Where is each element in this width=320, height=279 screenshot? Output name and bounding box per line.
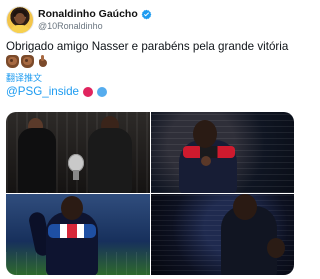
blue-circle-icon — [97, 86, 107, 97]
psg-scarf-closeup-photo[interactable] — [151, 112, 294, 193]
trophy-stand — [73, 170, 79, 180]
hand-graphic — [201, 156, 211, 166]
red-circle-icon — [83, 86, 93, 97]
clapping-hands-icon — [21, 55, 34, 68]
avatar-shirt — [10, 25, 30, 33]
tweet-header: Ronaldinho Gaúcho @10Ronaldinho — [6, 6, 294, 36]
author-name-line: Ronaldinho Gaúcho — [38, 8, 152, 20]
verified-badge-icon — [141, 9, 152, 20]
author-handle[interactable]: @10Ronaldinho — [38, 21, 103, 31]
scarf-graphic — [48, 224, 96, 238]
avatar[interactable] — [6, 6, 34, 34]
tweet-text: Obrigado amigo Nasser e parabéns pela gr… — [6, 40, 289, 53]
pointing-hand-icon — [36, 55, 49, 68]
person-head — [193, 120, 217, 148]
mention-line: @PSG_inside — [6, 85, 107, 98]
stadium-night-photo[interactable] — [151, 194, 294, 275]
author-display-name[interactable]: Ronaldinho Gaúcho — [38, 8, 138, 20]
person-silhouette — [18, 128, 56, 192]
mention-link[interactable]: @PSG_inside — [6, 85, 79, 98]
person-head — [267, 238, 285, 258]
clapping-hands-icon — [6, 55, 19, 68]
translate-tweet-link[interactable]: 翻译推文 — [6, 71, 42, 84]
award-handshake-photo[interactable] — [6, 112, 150, 193]
person-silhouette — [46, 212, 98, 275]
stadium-scarf-photo[interactable] — [6, 194, 150, 275]
person-head — [61, 196, 83, 220]
media-grid — [6, 112, 294, 275]
person-head — [233, 194, 257, 220]
person-silhouette — [88, 128, 132, 193]
avatar-face — [15, 13, 25, 24]
tweet-emoji-row — [6, 55, 49, 68]
